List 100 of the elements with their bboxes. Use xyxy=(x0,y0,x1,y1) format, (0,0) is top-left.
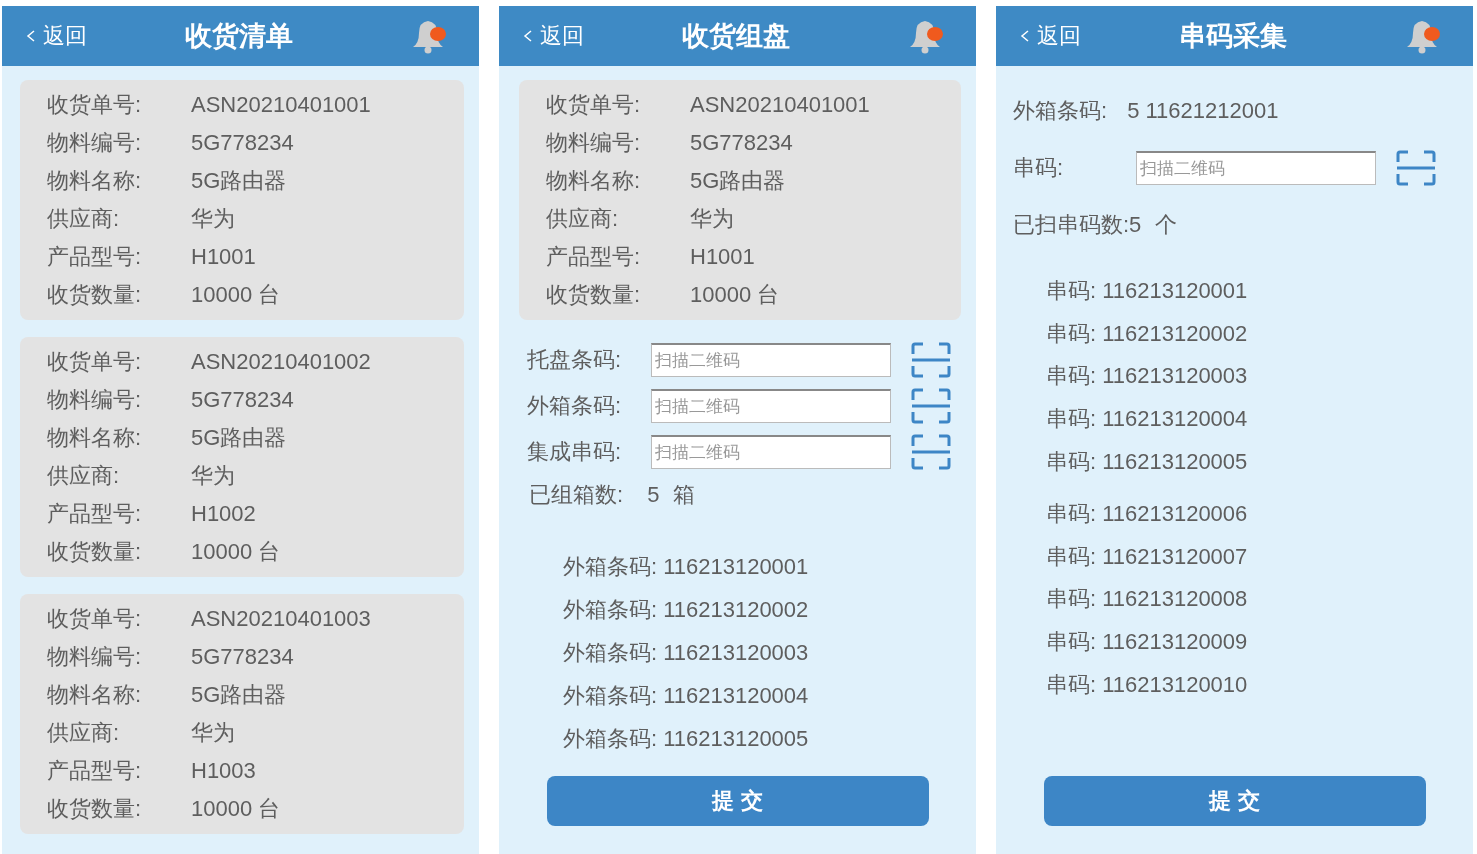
field-label: 收货单号: xyxy=(47,348,143,376)
count-value: 5 xyxy=(647,482,660,508)
field-label: 收货单号: xyxy=(47,605,143,633)
field-label: 收货数量: xyxy=(47,281,143,309)
input-field[interactable]: 扫描二维码 xyxy=(651,435,891,469)
field-label: 产品型号: xyxy=(47,500,143,528)
count-unit: 个 xyxy=(1155,211,1178,239)
field-value: 10000 台 xyxy=(191,281,281,309)
field-label: 供应商: xyxy=(546,205,620,233)
field-value: 5G路由器 xyxy=(191,167,287,195)
scan-icon[interactable] xyxy=(911,434,951,470)
back-link[interactable]: 返回 xyxy=(43,21,87,51)
count-unit: 箱 xyxy=(673,481,696,509)
field-value: 5G778234 xyxy=(191,387,294,413)
submit-button[interactable]: 提 交 xyxy=(546,776,929,826)
page-title: 收货组盘 xyxy=(681,20,790,53)
field-label: 产品型号: xyxy=(47,243,143,271)
field-label: 收货数量: xyxy=(546,281,642,309)
field-value: 10000 台 xyxy=(191,538,281,566)
back-chevron-icon[interactable] xyxy=(1020,29,1030,43)
field-label: 物料编号: xyxy=(47,386,143,414)
scan-icon[interactable] xyxy=(911,388,951,424)
code-label: 串码: xyxy=(1046,319,1097,348)
field-label: 供应商: xyxy=(47,205,121,233)
code-value: 116213120004 xyxy=(663,682,809,709)
field-value: ASN20210401003 xyxy=(191,606,371,632)
field-label: 物料编号: xyxy=(47,129,143,157)
code-value: 116213120004 xyxy=(1102,406,1248,433)
back-link[interactable]: 返回 xyxy=(540,21,584,51)
field-label: 供应商: xyxy=(47,462,121,490)
field-label: 物料编号: xyxy=(47,643,143,671)
code-label: 串码: xyxy=(1046,500,1097,529)
input-field[interactable]: 扫描二维码 xyxy=(651,389,891,423)
field-value: 5G路由器 xyxy=(191,681,287,709)
code-label: 串码: xyxy=(1046,542,1097,571)
count-label: 已组箱数: xyxy=(529,481,624,509)
field-value: 10000 台 xyxy=(191,795,281,823)
field-value: H1002 xyxy=(191,501,256,527)
page-title: 串码采集 xyxy=(1178,20,1287,53)
field-value: 华为 xyxy=(690,205,734,233)
count-label: 已扫串码数:5 xyxy=(1013,211,1142,239)
code-value: 116213120005 xyxy=(1102,448,1248,475)
back-chevron-icon[interactable] xyxy=(523,29,533,43)
code-label: 串码: xyxy=(1046,277,1097,306)
field-value: 华为 xyxy=(191,205,235,233)
code-value: 116213120005 xyxy=(663,725,809,752)
field-label: 物料名称: xyxy=(47,167,143,195)
field-label: 收货数量: xyxy=(47,538,143,566)
field-label: 收货数量: xyxy=(47,795,143,823)
field-value: ASN20210401002 xyxy=(191,349,371,375)
field-label: 产品型号: xyxy=(546,243,642,271)
code-label: 串码: xyxy=(1046,628,1097,657)
field-label: 集成串码: xyxy=(527,438,623,466)
field-value: 5 11621212001 xyxy=(1127,98,1279,124)
input-field[interactable]: 扫描二维码 xyxy=(651,343,891,377)
code-value: 116213120007 xyxy=(1102,543,1248,570)
code-value: 116213120001 xyxy=(1102,278,1248,305)
code-label: 串码: xyxy=(1046,405,1097,434)
scan-icon[interactable] xyxy=(911,342,951,378)
submit-button[interactable]: 提 交 xyxy=(1043,776,1426,826)
field-value: H1003 xyxy=(191,758,256,784)
field-label: 物料名称: xyxy=(47,681,143,709)
scan-icon[interactable] xyxy=(1396,150,1436,186)
code-label: 串码: xyxy=(1046,447,1097,476)
code-value: 116213120009 xyxy=(1102,629,1248,656)
code-label: 串码: xyxy=(1046,362,1097,391)
code-label: 外箱条码: xyxy=(563,724,658,753)
field-value: ASN20210401001 xyxy=(690,92,870,118)
code-label: 串码: xyxy=(1046,670,1097,699)
code-label: 串码: xyxy=(1046,585,1097,614)
code-value: 116213120010 xyxy=(1102,671,1248,698)
code-label: 外箱条码: xyxy=(563,638,658,667)
input-field[interactable]: 扫描二维码 xyxy=(1136,151,1376,185)
code-value: 116213120006 xyxy=(1102,501,1248,528)
field-label: 收货单号: xyxy=(546,91,642,119)
field-value: 华为 xyxy=(191,462,235,490)
code-value: 116213120003 xyxy=(663,639,809,666)
code-value: 116213120002 xyxy=(663,596,809,623)
field-value: 5G778234 xyxy=(191,130,294,156)
page-title: 收货清单 xyxy=(184,20,293,53)
field-value: H1001 xyxy=(690,244,755,270)
field-value: 5G778234 xyxy=(690,130,793,156)
field-label: 物料编号: xyxy=(546,129,642,157)
field-label: 串码: xyxy=(1013,154,1065,182)
field-value: 5G778234 xyxy=(191,644,294,670)
code-value: 116213120008 xyxy=(1102,586,1248,613)
field-value: 5G路由器 xyxy=(690,167,786,195)
field-label: 外箱条码: xyxy=(1013,97,1108,125)
back-chevron-icon[interactable] xyxy=(26,29,36,43)
back-link[interactable]: 返回 xyxy=(1037,21,1081,51)
field-value: 5G路由器 xyxy=(191,424,287,452)
field-label: 产品型号: xyxy=(47,757,143,785)
code-label: 外箱条码: xyxy=(563,595,658,624)
field-value: 10000 台 xyxy=(690,281,780,309)
code-label: 外箱条码: xyxy=(563,552,658,581)
field-value: ASN20210401001 xyxy=(191,92,371,118)
field-label: 外箱条码: xyxy=(527,392,623,420)
field-value: H1001 xyxy=(191,244,256,270)
code-value: 116213120001 xyxy=(663,553,809,580)
field-label: 物料名称: xyxy=(47,424,143,452)
